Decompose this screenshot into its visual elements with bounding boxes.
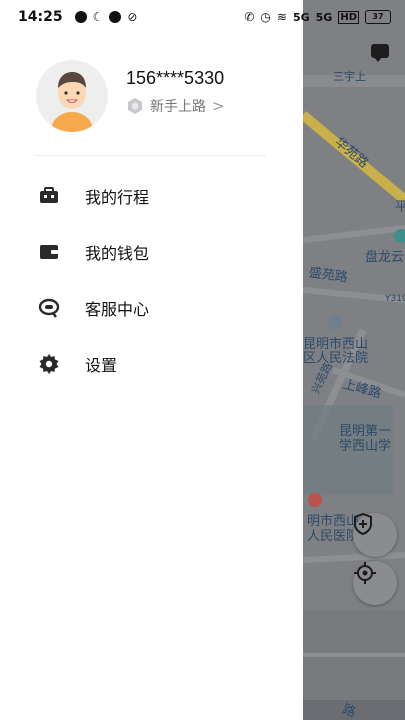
menu-item-my-trips[interactable]: 我的行程 <box>38 181 268 211</box>
user-phone[interactable]: 156****5330 <box>126 68 224 89</box>
location-icon: ✆ <box>244 10 255 24</box>
map-label: 三宇上 <box>333 70 366 83</box>
message-icon[interactable] <box>371 44 389 62</box>
status-bar: 14:25 ☾ ⊘ ✆ ◷ ≋ 5G 5G HD 37 <box>0 0 405 34</box>
side-drawer: 156****5330 新手上路 > 我的行程 我的钱包 客服中心 设置 <box>0 0 303 720</box>
status-time: 14:25 <box>18 9 63 25</box>
safety-shield-button[interactable] <box>353 513 397 557</box>
map-label: 人民医院 <box>307 529 360 544</box>
crosshair-icon <box>354 562 376 584</box>
map-label: Y310 <box>385 294 405 304</box>
map-view[interactable]: 三宇上 华苑路 平 盘龙云 盛苑路 Y310 昆明市西山 区人民法院 兴苑路 上… <box>303 0 405 720</box>
map-label: 盘龙云 <box>365 250 405 265</box>
map-label: 区人民法院 <box>303 351 369 366</box>
alarm-icon: ◷ <box>260 10 271 24</box>
user-level-label: 新手上路 <box>150 99 206 115</box>
check-circle-icon: ⊘ <box>127 10 138 24</box>
moon-icon: ☾ <box>92 10 104 24</box>
briefcase-icon <box>38 185 60 207</box>
locate-button[interactable] <box>353 561 397 605</box>
cell-signal-1: 5G <box>292 10 310 24</box>
chevron-right-icon: > <box>212 97 225 115</box>
cell-signal-2: 5G <box>315 10 333 24</box>
message-icon <box>74 11 87 23</box>
menu-item-my-wallet[interactable]: 我的钱包 <box>38 237 268 267</box>
level-badge-icon <box>128 98 142 114</box>
wifi-icon: ≋ <box>276 10 287 24</box>
user-level-link[interactable]: 新手上路 > <box>126 96 225 116</box>
wallet-icon <box>38 241 60 263</box>
menu-item-label: 我的钱包 <box>85 244 150 263</box>
shield-icon <box>354 513 372 535</box>
map-label: 平 <box>395 200 405 215</box>
avatar[interactable] <box>36 60 108 132</box>
status-left: 14:25 ☾ ⊘ <box>18 9 137 25</box>
divider <box>36 155 266 156</box>
menu-item-label: 客服中心 <box>85 300 150 319</box>
hd-icon: HD <box>338 10 359 24</box>
map-label: 学西山学 <box>339 439 392 454</box>
menu-item-customer-service[interactable]: 客服中心 <box>38 293 268 323</box>
menu-item-settings[interactable]: 设置 <box>38 349 268 379</box>
menu-item-label: 我的行程 <box>85 188 150 207</box>
avatar-illustration <box>36 60 108 132</box>
menu-item-label: 设置 <box>85 356 118 375</box>
headset-icon <box>38 297 60 319</box>
notification-icon <box>109 11 122 23</box>
gear-icon <box>38 353 60 375</box>
status-right: ✆ ◷ ≋ 5G 5G HD 37 <box>244 10 391 24</box>
battery-indicator: 37 <box>365 10 391 24</box>
